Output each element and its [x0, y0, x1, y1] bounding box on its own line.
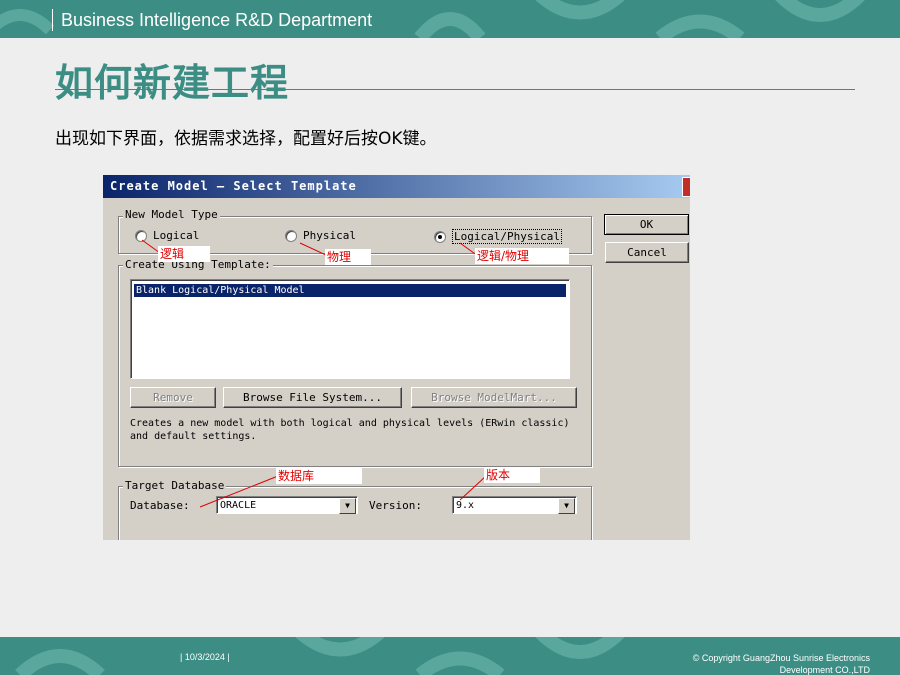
template-item-blank[interactable]: Blank Logical/Physical Model [134, 284, 566, 297]
radio-logical-indicator [135, 229, 147, 242]
version-select[interactable]: 9.x ▼ [452, 496, 577, 514]
annotation-logical: 逻辑 [158, 246, 210, 262]
annotation-logical-physical: 逻辑/物理 [475, 248, 569, 264]
annotation-version: 版本 [484, 467, 540, 483]
template-description: Creates a new model with both logical an… [130, 418, 570, 442]
browse-file-system-button[interactable]: Browse File System... [223, 387, 402, 408]
database-select-value: ORACLE [220, 500, 257, 511]
version-select-value: 9.x [456, 500, 475, 511]
instruction-text: 出现如下界面，依据需求选择，配置好后按OK键。 [55, 129, 437, 149]
close-icon[interactable] [682, 177, 690, 197]
ok-button[interactable]: OK [604, 214, 689, 235]
browse-modelmart-button[interactable]: Browse ModelMart... [411, 387, 577, 408]
title-divider [55, 89, 855, 90]
radio-logical-label: Logical [153, 229, 200, 242]
chevron-down-icon[interactable]: ▼ [558, 498, 575, 514]
radio-physical-indicator [285, 229, 297, 242]
database-label: Database: [130, 499, 190, 512]
radio-logical[interactable]: Logical [135, 229, 199, 242]
database-select[interactable]: ORACLE ▼ [216, 496, 358, 514]
copyright-line-2: Development CO.,LTD [779, 665, 870, 675]
template-list[interactable]: Blank Logical/Physical Model [130, 279, 570, 379]
radio-physical-label: Physical [303, 229, 356, 242]
radio-logical-physical[interactable]: Logical/Physical [434, 229, 562, 244]
version-label: Version: [369, 499, 422, 512]
chevron-down-icon[interactable]: ▼ [339, 498, 356, 514]
department-name: Business Intelligence R&D Department [52, 9, 372, 31]
radio-logical-physical-indicator [434, 230, 446, 243]
dialog-title-bar[interactable]: Create Model – Select Template [103, 175, 690, 198]
remove-button[interactable]: Remove [130, 387, 216, 408]
slide-title: 如何新建工程 [55, 61, 290, 105]
copyright-line-1: © Copyright GuangZhou Sunrise Electronic… [692, 653, 870, 663]
header-bar: Business Intelligence R&D Department [0, 0, 900, 38]
target-database-group-label: Target Database [123, 479, 227, 492]
radio-logical-physical-label: Logical/Physical [452, 229, 562, 244]
annotation-physical: 物理 [325, 249, 371, 265]
dialog-title: Create Model – Select Template [110, 179, 357, 193]
radio-physical[interactable]: Physical [285, 229, 356, 242]
footer-bar: | 10/3/2024 | © Copyright GuangZhou Sunr… [0, 637, 900, 675]
create-model-dialog: Create Model – Select Template New Model… [103, 175, 690, 540]
footer-copyright: © Copyright GuangZhou Sunrise Electronic… [650, 652, 870, 675]
cancel-button[interactable]: Cancel [605, 242, 689, 263]
annotation-database: 数据库 [276, 468, 362, 484]
model-type-group-label: New Model Type [123, 208, 220, 221]
footer-date: | 10/3/2024 | [180, 652, 230, 662]
